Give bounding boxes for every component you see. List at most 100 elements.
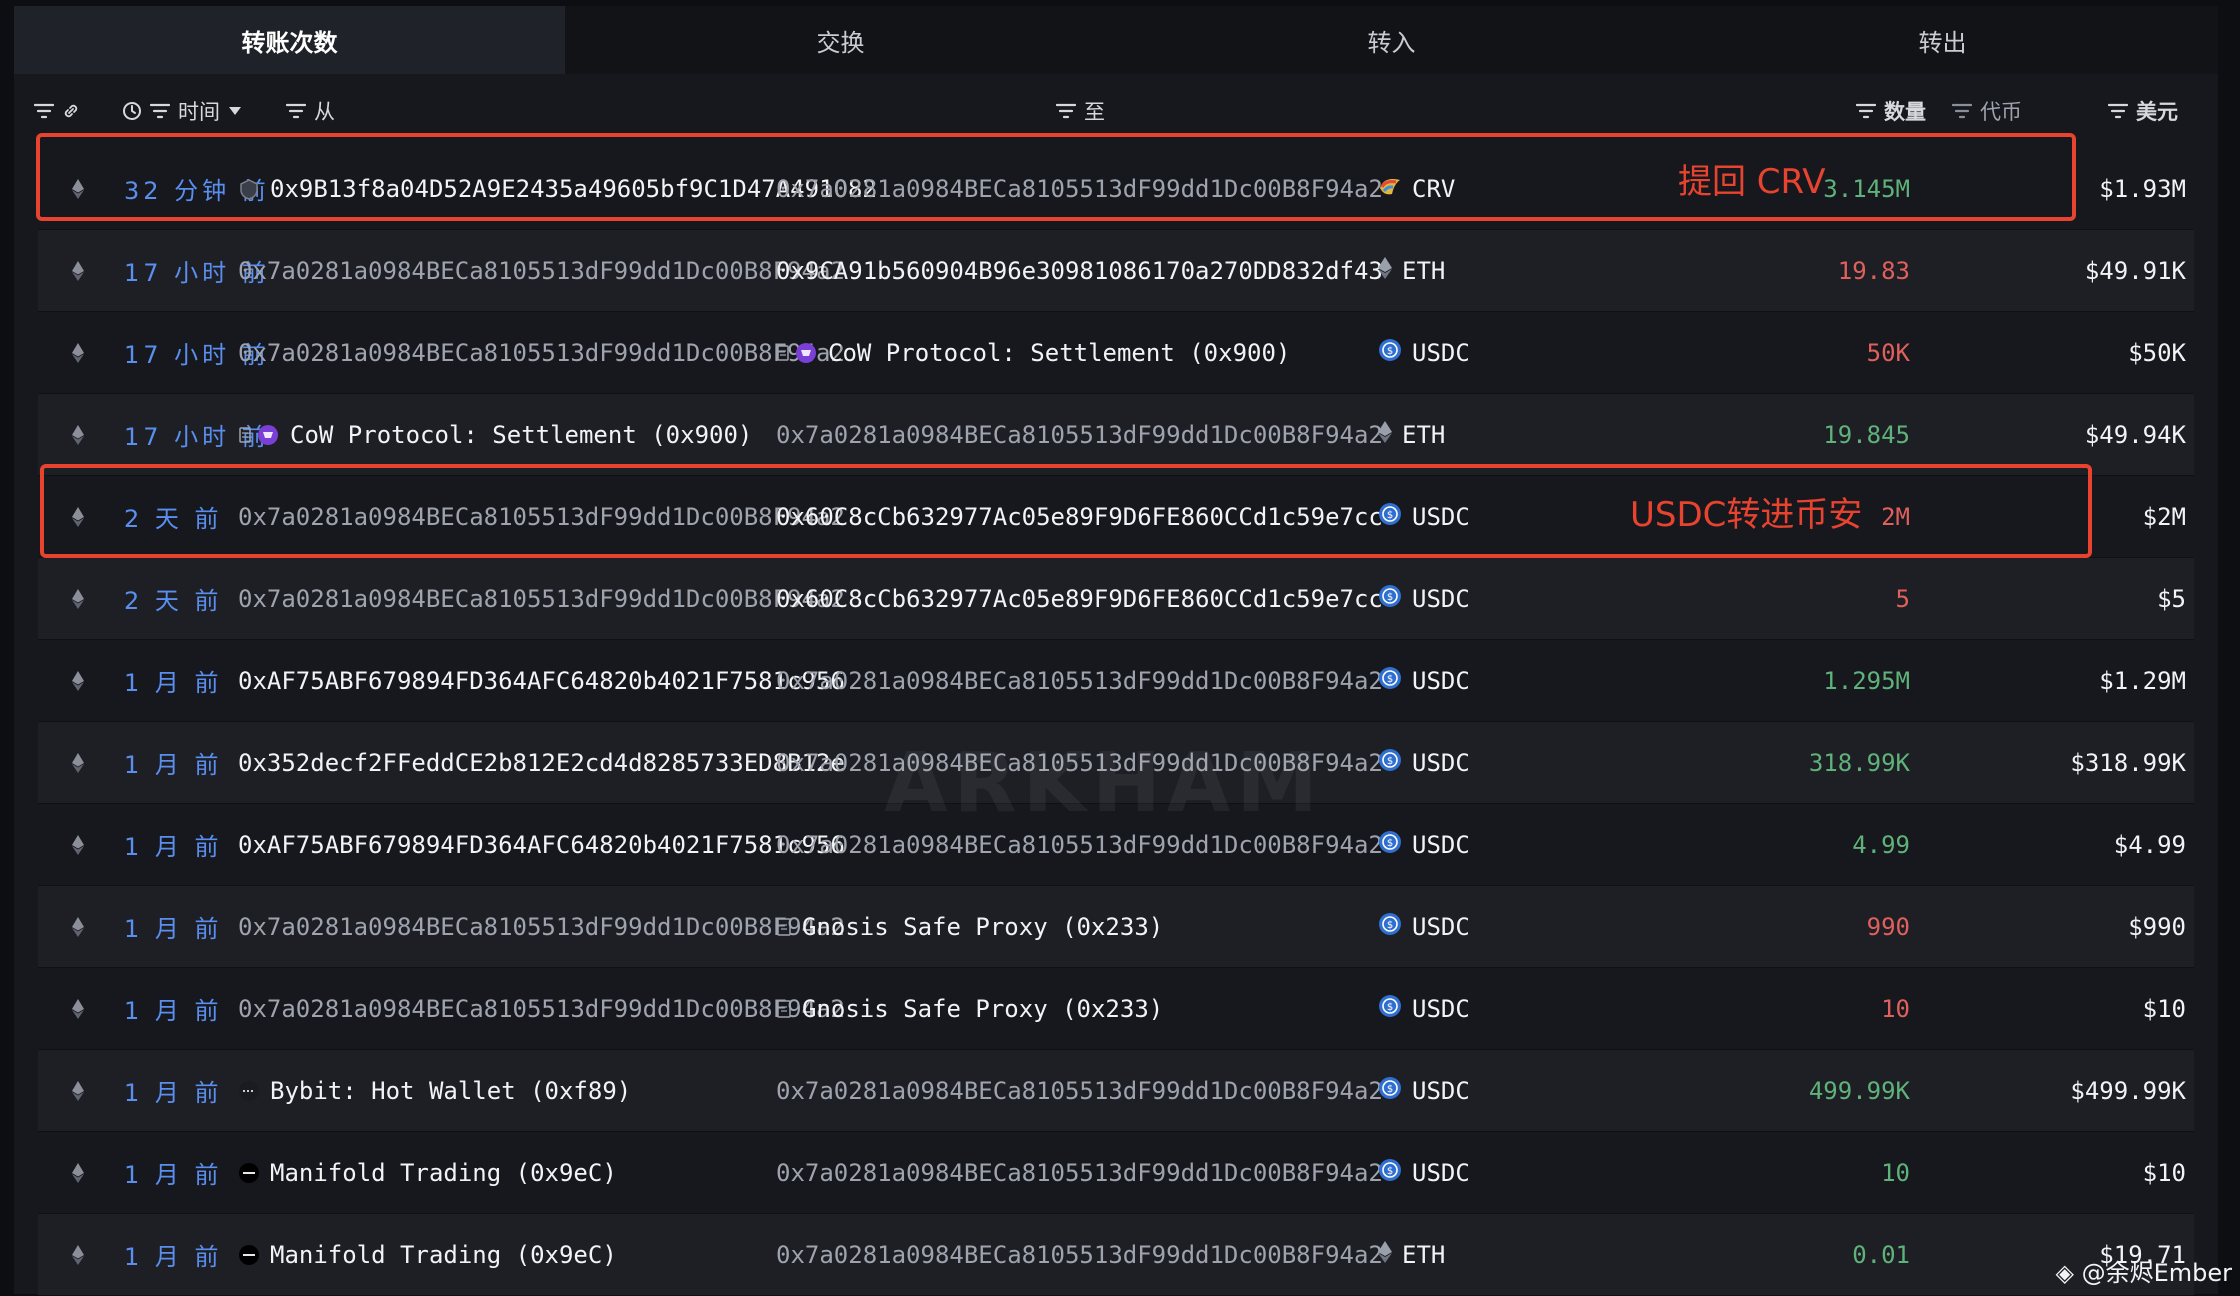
row-from-address[interactable]: 0x352decf2FFeddCE2b812E2cd4d8285733ED8B1…: [238, 722, 845, 803]
row-token[interactable]: $ USDC: [1378, 968, 1470, 1049]
eth-icon: [1378, 1240, 1392, 1269]
row-token[interactable]: $ USDC: [1378, 804, 1470, 885]
header-from-label: 从: [314, 100, 335, 124]
row-from-text: CoW Protocol: Settlement (0x900): [290, 420, 753, 449]
row-to-address[interactable]: CoW Protocol: Settlement (0x900): [776, 312, 1290, 393]
row-to-address[interactable]: 0x7a0281a0984BECa8105513dF99dd1Dc00B8F94…: [776, 148, 1383, 229]
row-token[interactable]: ETH: [1378, 1214, 1445, 1295]
svg-text:$: $: [1387, 1084, 1393, 1095]
row-time-link[interactable]: 1 月 前: [124, 1132, 223, 1213]
row-time-link[interactable]: 1 月 前: [124, 1050, 223, 1131]
row-to-address[interactable]: 0x7a0281a0984BECa8105513dF99dd1Dc00B8F94…: [776, 1132, 1383, 1213]
table-row[interactable]: 1 月 前 Manifold Trading (0x9eC) 0x7a0281a09…: [38, 1132, 2194, 1214]
header-usd[interactable]: 美元: [2108, 74, 2178, 148]
row-from-address[interactable]: Manifold Trading (0x9eC): [238, 1132, 617, 1213]
row-token[interactable]: $ USDC: [1378, 886, 1470, 967]
table-row[interactable]: 2 天 前 0x7a0281a0984BECa8105513dF99dd1Dc00…: [38, 558, 2194, 640]
row-from-address[interactable]: Bybit: Hot Wallet (0xf89): [238, 1050, 631, 1131]
table-row[interactable]: 1 月 前 0x7a0281a0984BECa8105513dF99dd1Dc00…: [38, 886, 2194, 968]
header-from[interactable]: 从: [286, 74, 335, 148]
ethereum-chain-icon: [72, 312, 84, 393]
ethereum-chain-icon: [72, 968, 84, 1049]
row-from-address[interactable]: 0xAF75ABF679894FD364AFC64820b4021F7581c9…: [238, 804, 845, 885]
row-from-address[interactable]: 0x7a0281a0984BECa8105513dF99dd1Dc00B8F94…: [238, 886, 845, 967]
tab-inflow[interactable]: 转入: [1116, 6, 1667, 74]
row-token[interactable]: $ USDC: [1378, 312, 1470, 393]
row-to-address[interactable]: 0x7a0281a0984BECa8105513dF99dd1Dc00B8F94…: [776, 1050, 1383, 1131]
row-from-text: 0xAF75ABF679894FD364AFC64820b4021F7581c9…: [238, 666, 845, 695]
row-time-link[interactable]: 1 月 前: [124, 804, 223, 885]
row-time-link[interactable]: 1 月 前: [124, 968, 223, 1049]
caret-down-icon[interactable]: [228, 106, 242, 116]
row-time-link[interactable]: 2 天 前: [124, 476, 223, 557]
header-token[interactable]: 代币: [1952, 74, 2022, 148]
table-row[interactable]: 1 月 前 Manifold Trading (0x9eC) 0x7a0281a09…: [38, 1214, 2194, 1296]
row-from-address[interactable]: Manifold Trading (0x9eC): [238, 1214, 617, 1295]
row-from-text: 0x7a0281a0984BECa8105513dF99dd1Dc00B8F94…: [238, 256, 845, 285]
header-time[interactable]: 时间: [122, 74, 242, 148]
filter-icon[interactable]: [34, 103, 54, 119]
row-to-address[interactable]: Gnosis Safe Proxy (0x233): [776, 886, 1163, 967]
row-time-link[interactable]: 1 月 前: [124, 722, 223, 803]
row-token[interactable]: $ USDC: [1378, 1050, 1470, 1131]
eth-icon: [1378, 420, 1392, 449]
filter-icon[interactable]: [286, 103, 306, 119]
row-token[interactable]: $ USDC: [1378, 640, 1470, 721]
row-token-symbol: USDC: [1412, 338, 1470, 367]
header-quantity[interactable]: 数量: [1856, 74, 1926, 148]
row-to-address[interactable]: 0x60C8cCb632977Ac05e89F9D6FE860CCd1c59e7…: [776, 476, 1383, 557]
row-token-symbol: ETH: [1402, 1240, 1446, 1269]
row-from-address[interactable]: 0x7a0281a0984BECa8105513dF99dd1Dc00B8F94…: [238, 312, 845, 393]
svg-text:$: $: [1387, 1166, 1393, 1177]
header-to[interactable]: 至: [1056, 74, 1105, 148]
table-row[interactable]: 1 月 前 Bybit: Hot Wallet (0xf89) 0x7a0281a0…: [38, 1050, 2194, 1132]
tab-swaps[interactable]: 交换: [565, 6, 1116, 74]
row-token[interactable]: ETH: [1378, 230, 1445, 311]
row-from-address[interactable]: 0xAF75ABF679894FD364AFC64820b4021F7581c9…: [238, 640, 845, 721]
filter-icon[interactable]: [150, 103, 170, 119]
manifold-icon: [238, 1162, 260, 1184]
filter-icon[interactable]: [1056, 103, 1076, 119]
row-amount: 19.845: [1823, 420, 1910, 449]
table-row[interactable]: 17 小时 前 CoW Protocol: Settlement (0x900) 0…: [38, 394, 2194, 476]
row-token[interactable]: $ USDC: [1378, 476, 1470, 557]
filter-icon[interactable]: [2108, 103, 2128, 119]
row-to-address[interactable]: 0x7a0281a0984BECa8105513dF99dd1Dc00B8F94…: [776, 1214, 1383, 1295]
row-token[interactable]: $ USDC: [1378, 558, 1470, 639]
row-time-link[interactable]: 1 月 前: [124, 1214, 223, 1295]
row-from-address[interactable]: 0x7a0281a0984BECa8105513dF99dd1Dc00B8F94…: [238, 476, 845, 557]
tab-transfers[interactable]: 转账次数: [14, 6, 565, 74]
table-row[interactable]: 32 分钟 前 0x9B13f8a04D52A9E2435a49605bf9C1D…: [38, 148, 2194, 230]
table-row[interactable]: 17 小时 前 0x7a0281a0984BECa8105513dF99dd1Dc…: [38, 230, 2194, 312]
annotation-note-crv: 提回 CRV: [1678, 162, 1826, 202]
tab-outflow[interactable]: 转出: [1667, 6, 2218, 74]
row-to-text: 0x7a0281a0984BECa8105513dF99dd1Dc00B8F94…: [776, 174, 1383, 203]
row-time-link[interactable]: 1 月 前: [124, 886, 223, 967]
row-usd-value: $499.99K: [2070, 1076, 2186, 1105]
svg-text:$: $: [1387, 756, 1393, 767]
row-from-address[interactable]: CoW Protocol: Settlement (0x900): [238, 394, 752, 475]
table-row[interactable]: 2 天 前 0x7a0281a0984BECa8105513dF99dd1Dc00…: [38, 476, 2194, 558]
row-to-address[interactable]: 0x7a0281a0984BECa8105513dF99dd1Dc00B8F94…: [776, 394, 1383, 475]
row-from-address[interactable]: 0x7a0281a0984BECa8105513dF99dd1Dc00B8F94…: [238, 968, 845, 1049]
link-icon[interactable]: [62, 102, 80, 120]
row-to-address[interactable]: 0x9CA91b560904B96e30981086170a270DD832df…: [776, 230, 1383, 311]
svg-text:$: $: [1387, 920, 1393, 931]
row-to-address[interactable]: Gnosis Safe Proxy (0x233): [776, 968, 1163, 1049]
row-to-address[interactable]: 0x7a0281a0984BECa8105513dF99dd1Dc00B8F94…: [776, 640, 1383, 721]
row-token[interactable]: $ USDC: [1378, 722, 1470, 803]
row-token[interactable]: ETH: [1378, 394, 1445, 475]
row-from-address[interactable]: 0x7a0281a0984BECa8105513dF99dd1Dc00B8F94…: [238, 230, 845, 311]
row-from-address[interactable]: 0x7a0281a0984BECa8105513dF99dd1Dc00B8F94…: [238, 558, 845, 639]
filter-icon[interactable]: [1856, 103, 1876, 119]
row-token[interactable]: CRV: [1378, 148, 1455, 229]
table-row[interactable]: 17 小时 前 0x7a0281a0984BECa8105513dF99dd1Dc…: [38, 312, 2194, 394]
row-to-address[interactable]: 0x60C8cCb632977Ac05e89F9D6FE860CCd1c59e7…: [776, 558, 1383, 639]
row-time-link[interactable]: 2 天 前: [124, 558, 223, 639]
table-row[interactable]: 1 月 前 0xAF75ABF679894FD364AFC64820b4021F7…: [38, 640, 2194, 722]
filter-icon[interactable]: [1952, 103, 1972, 119]
row-token[interactable]: $ USDC: [1378, 1132, 1470, 1213]
ethereum-chain-icon: [72, 886, 84, 967]
table-row[interactable]: 1 月 前 0x7a0281a0984BECa8105513dF99dd1Dc00…: [38, 968, 2194, 1050]
row-time-link[interactable]: 1 月 前: [124, 640, 223, 721]
